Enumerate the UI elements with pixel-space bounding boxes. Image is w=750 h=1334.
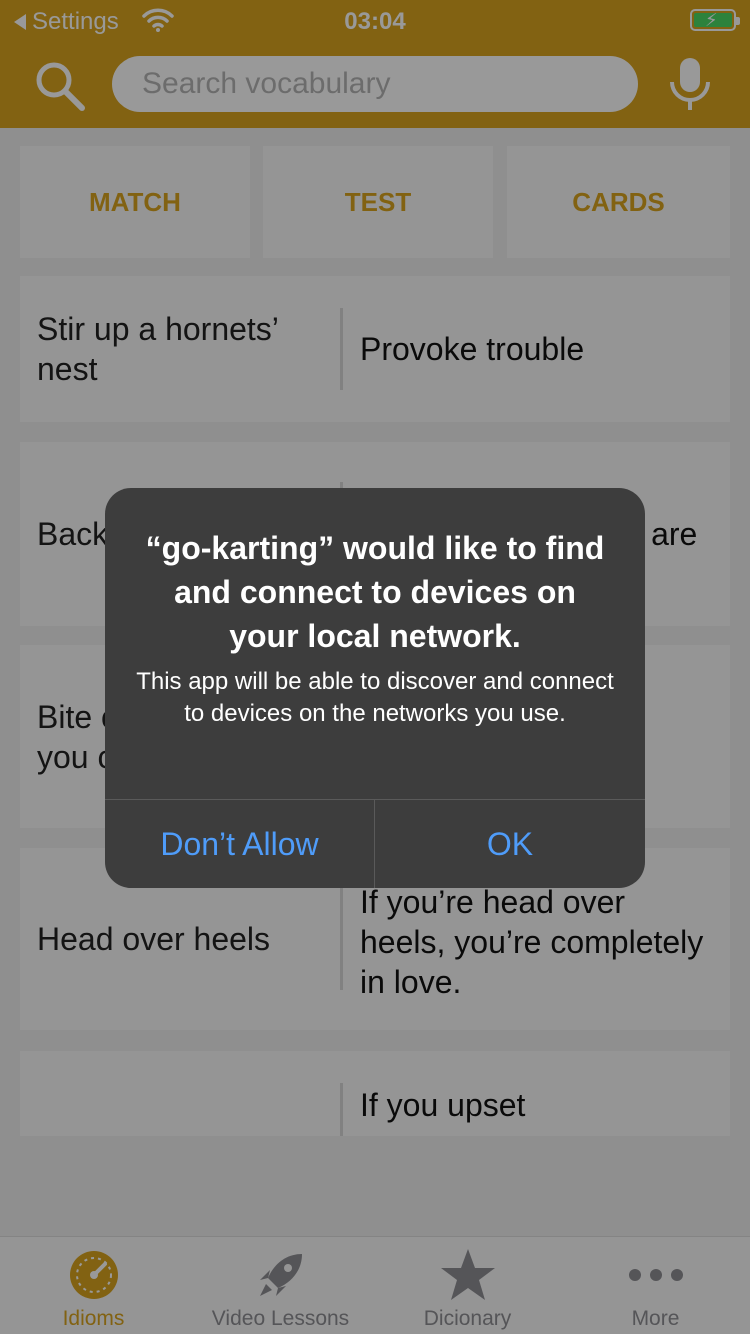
alert-message: This app will be able to discover and co… <box>136 668 614 727</box>
ok-button[interactable]: OK <box>375 800 645 888</box>
local-network-permission-alert: “go-karting” would like to find and conn… <box>105 488 645 888</box>
dont-allow-button[interactable]: Don’t Allow <box>105 800 374 888</box>
app-screen: Settings 03:04 ⚡ Search vocabulary MATCH… <box>0 0 750 1334</box>
alert-title: “go-karting” would like to find and conn… <box>145 530 605 654</box>
